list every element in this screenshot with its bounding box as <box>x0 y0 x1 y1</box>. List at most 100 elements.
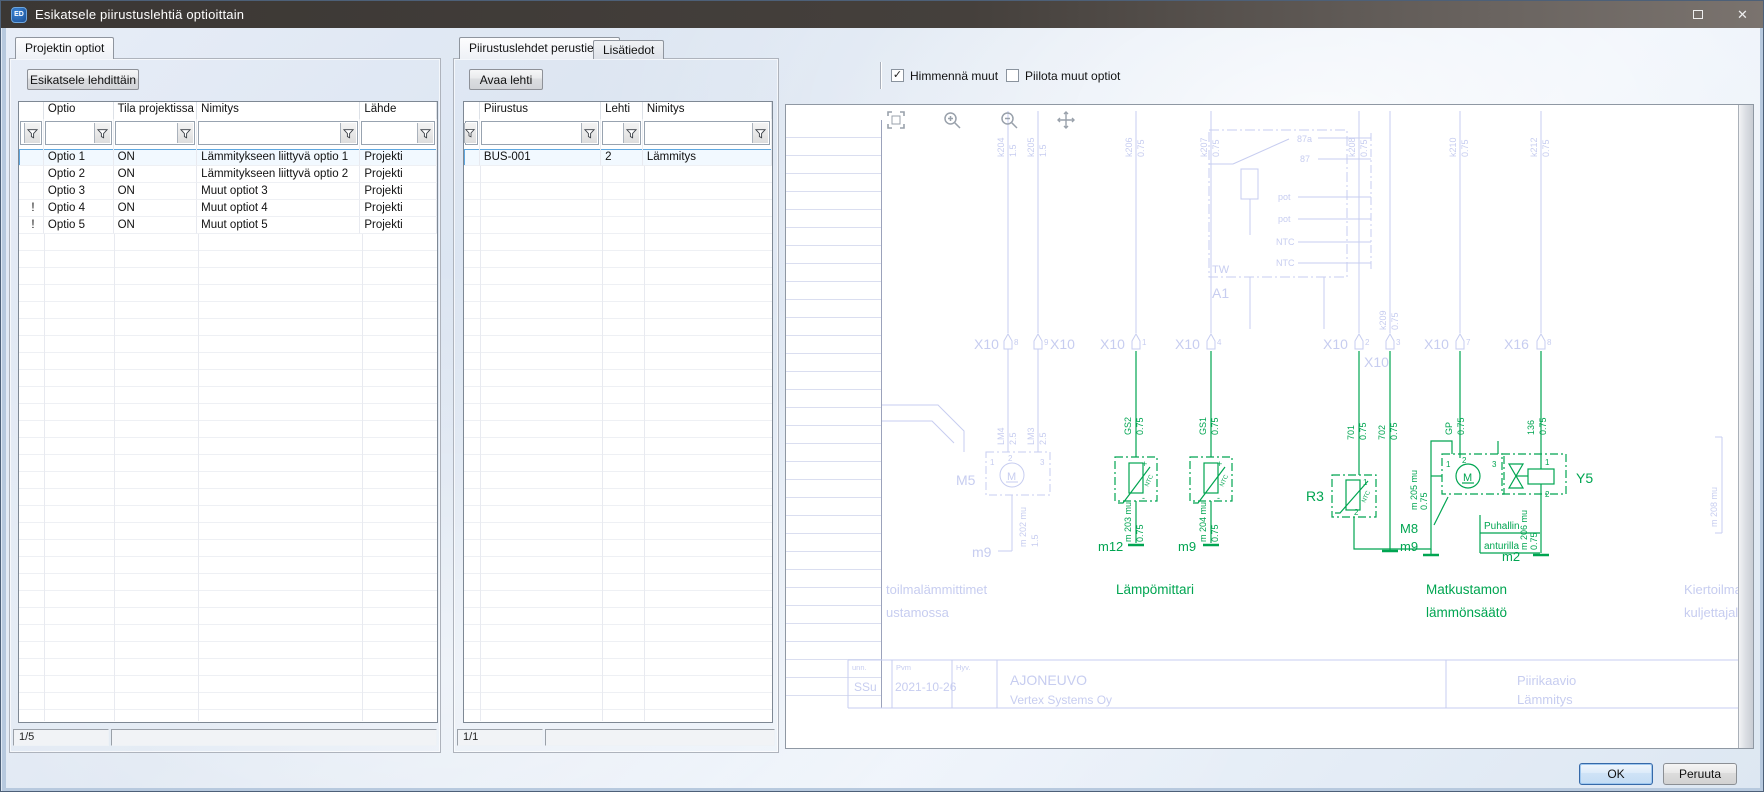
table-row[interactable]: Optio 2 ON Lämmitykseen liittyvä optio 2… <box>19 166 437 183</box>
table-row[interactable]: ! Optio 5 ON Muut optiot 5 Projekti <box>19 217 437 234</box>
polarity: + <box>1217 459 1222 469</box>
pin-number: 1 <box>1363 478 1368 487</box>
filter-icon[interactable] <box>581 123 597 143</box>
empty-rows-area <box>19 234 437 721</box>
empty-rows-area <box>464 166 772 721</box>
cell-nimitys: Muut optiot 4 <box>197 200 360 217</box>
filter-input[interactable] <box>644 121 770 145</box>
column-header-nimitys[interactable]: Nimitys <box>197 102 360 119</box>
filter-icon[interactable] <box>24 123 40 143</box>
vertical-scrollbar[interactable] <box>1738 105 1753 748</box>
hide-other-options-checkbox[interactable]: Piilota muut optiot <box>1006 69 1120 84</box>
column-header-tila[interactable]: Tila projektissa <box>114 102 198 119</box>
component-ref: M8 <box>1400 521 1418 536</box>
cancel-button[interactable]: Peruuta <box>1663 763 1737 785</box>
schematic-drawing: X10 X10 X10 X10 X10 X10 X10 X16 8 9 1 4 … <box>786 105 1739 749</box>
cell-tila: ON <box>114 200 198 217</box>
caption-green: Matkustamon <box>1426 582 1507 597</box>
sheets-table: Piirustus Lehti Nimitys BUS-001 2 Lämmit… <box>463 101 773 723</box>
wire-label: m 203 mu <box>1123 502 1133 542</box>
column-header-optio[interactable]: Optio <box>44 102 114 119</box>
separator <box>880 62 882 89</box>
wire-gauge: 0.75 <box>1210 524 1220 542</box>
column-header-nimitys[interactable]: Nimitys <box>643 102 772 119</box>
tab-lisatiedot[interactable]: Lisätiedot <box>593 40 664 59</box>
relay-terminal: pot <box>1278 192 1291 202</box>
wire-gauge: 0.75 <box>1529 532 1539 550</box>
column-header-piirustus[interactable]: Piirustus <box>480 102 601 119</box>
column-header-lehti[interactable]: Lehti <box>601 102 643 119</box>
filter-input[interactable] <box>115 121 196 145</box>
cell-nimitys: Muut optiot 5 <box>197 217 360 234</box>
component-ref: Y5 <box>1576 470 1593 486</box>
filter-input[interactable] <box>361 121 435 145</box>
wire-label: k207 <box>1199 137 1209 157</box>
filter-input[interactable] <box>602 121 641 145</box>
titleblock-label: Hyv. <box>956 663 970 672</box>
titleblock-doctype: Piirikaavio <box>1517 673 1576 688</box>
table-row[interactable]: Optio 3 ON Muut optiot 3 Projekti <box>19 183 437 200</box>
cell-tila: ON <box>114 183 198 200</box>
ok-button[interactable]: OK <box>1579 763 1653 785</box>
cell-flag <box>464 149 480 166</box>
wire-gauge: 2.5 <box>1038 432 1048 445</box>
caption-dimmed: ustamossa <box>886 605 950 620</box>
ground-ref: m9 <box>1400 539 1418 554</box>
filter-icon[interactable] <box>340 123 356 143</box>
checkbox-checked-icon[interactable]: ✓ <box>891 69 904 82</box>
filter-input[interactable] <box>481 121 599 145</box>
tab-projektin-optiot[interactable]: Projektin optiot <box>15 37 114 59</box>
preview-by-sheets-button[interactable]: Esikatsele lehdittäin <box>27 69 139 90</box>
cell-nimitys: Lämmitys <box>643 149 772 166</box>
cell-lahde: Projekti <box>360 217 437 234</box>
fit-view-icon[interactable] <box>886 110 906 130</box>
pin-number: 4 <box>1217 338 1222 347</box>
ntc-label: NTC <box>1144 474 1155 488</box>
column-header[interactable] <box>19 102 44 119</box>
wire-gauge: 0.75 <box>1419 492 1429 510</box>
cell-optio: Optio 1 <box>44 149 114 166</box>
filter-input[interactable] <box>20 121 42 145</box>
component-ref: TW <box>1212 264 1230 276</box>
pin-number: 2 <box>1462 456 1467 465</box>
connector-label: X10 <box>1364 354 1389 370</box>
zoom-out-icon[interactable] <box>999 110 1019 130</box>
pan-icon[interactable] <box>1056 110 1076 130</box>
filter-icon[interactable] <box>752 123 768 143</box>
filter-icon[interactable] <box>177 123 193 143</box>
wire-label: 136 <box>1526 420 1536 435</box>
wire-label: m 206 mu <box>1519 510 1529 550</box>
dim-others-checkbox[interactable]: ✓ Himmennä muut <box>891 69 998 84</box>
filter-input[interactable] <box>198 121 358 145</box>
caption-dimmed: toilmalämmittimet <box>886 582 988 597</box>
column-header-lahde[interactable]: Lähde <box>360 102 437 119</box>
wire-label: k205 <box>1026 137 1036 157</box>
maximize-button[interactable] <box>1675 1 1720 28</box>
filter-icon[interactable] <box>94 123 110 143</box>
titleblock-company: Vertex Systems Oy <box>1010 693 1112 707</box>
filter-icon[interactable] <box>417 123 433 143</box>
checkbox-unchecked-icon[interactable] <box>1006 69 1019 82</box>
filter-icon[interactable] <box>464 123 476 143</box>
title-bar[interactable]: ED Esikatsele piirustuslehtiä optioittai… <box>1 1 1763 28</box>
close-button[interactable]: ✕ <box>1720 1 1764 28</box>
open-sheet-button[interactable]: Avaa lehti <box>469 69 543 90</box>
filter-icon[interactable] <box>623 123 639 143</box>
wire-gauge: 1.5 <box>1038 144 1048 157</box>
drawing-preview-canvas[interactable]: X10 X10 X10 X10 X10 X10 X10 X16 8 9 1 4 … <box>785 104 1754 749</box>
ntc-label: NTC <box>1219 474 1230 488</box>
column-header[interactable] <box>464 102 480 119</box>
table-row[interactable]: BUS-001 2 Lämmitys <box>464 149 772 166</box>
wire-label: m 208 mu <box>1709 487 1719 527</box>
table-row[interactable]: Optio 1 ON Lämmitykseen liittyvä optio 1… <box>19 149 437 166</box>
ground-ref: m12 <box>1098 539 1123 554</box>
filter-input[interactable] <box>465 121 478 145</box>
window-title: Esikatsele piirustuslehtiä optioittain <box>35 7 244 22</box>
wire-gauge: 0.75 <box>1541 139 1551 157</box>
wire-label: k210 <box>1448 137 1458 157</box>
filter-input[interactable] <box>45 121 112 145</box>
zoom-in-icon[interactable] <box>942 110 962 130</box>
cell-nimitys: Lämmitykseen liittyvä optio 1 <box>197 149 360 166</box>
pin-number: 3 <box>1396 338 1401 347</box>
table-row[interactable]: ! Optio 4 ON Muut optiot 4 Projekti <box>19 200 437 217</box>
